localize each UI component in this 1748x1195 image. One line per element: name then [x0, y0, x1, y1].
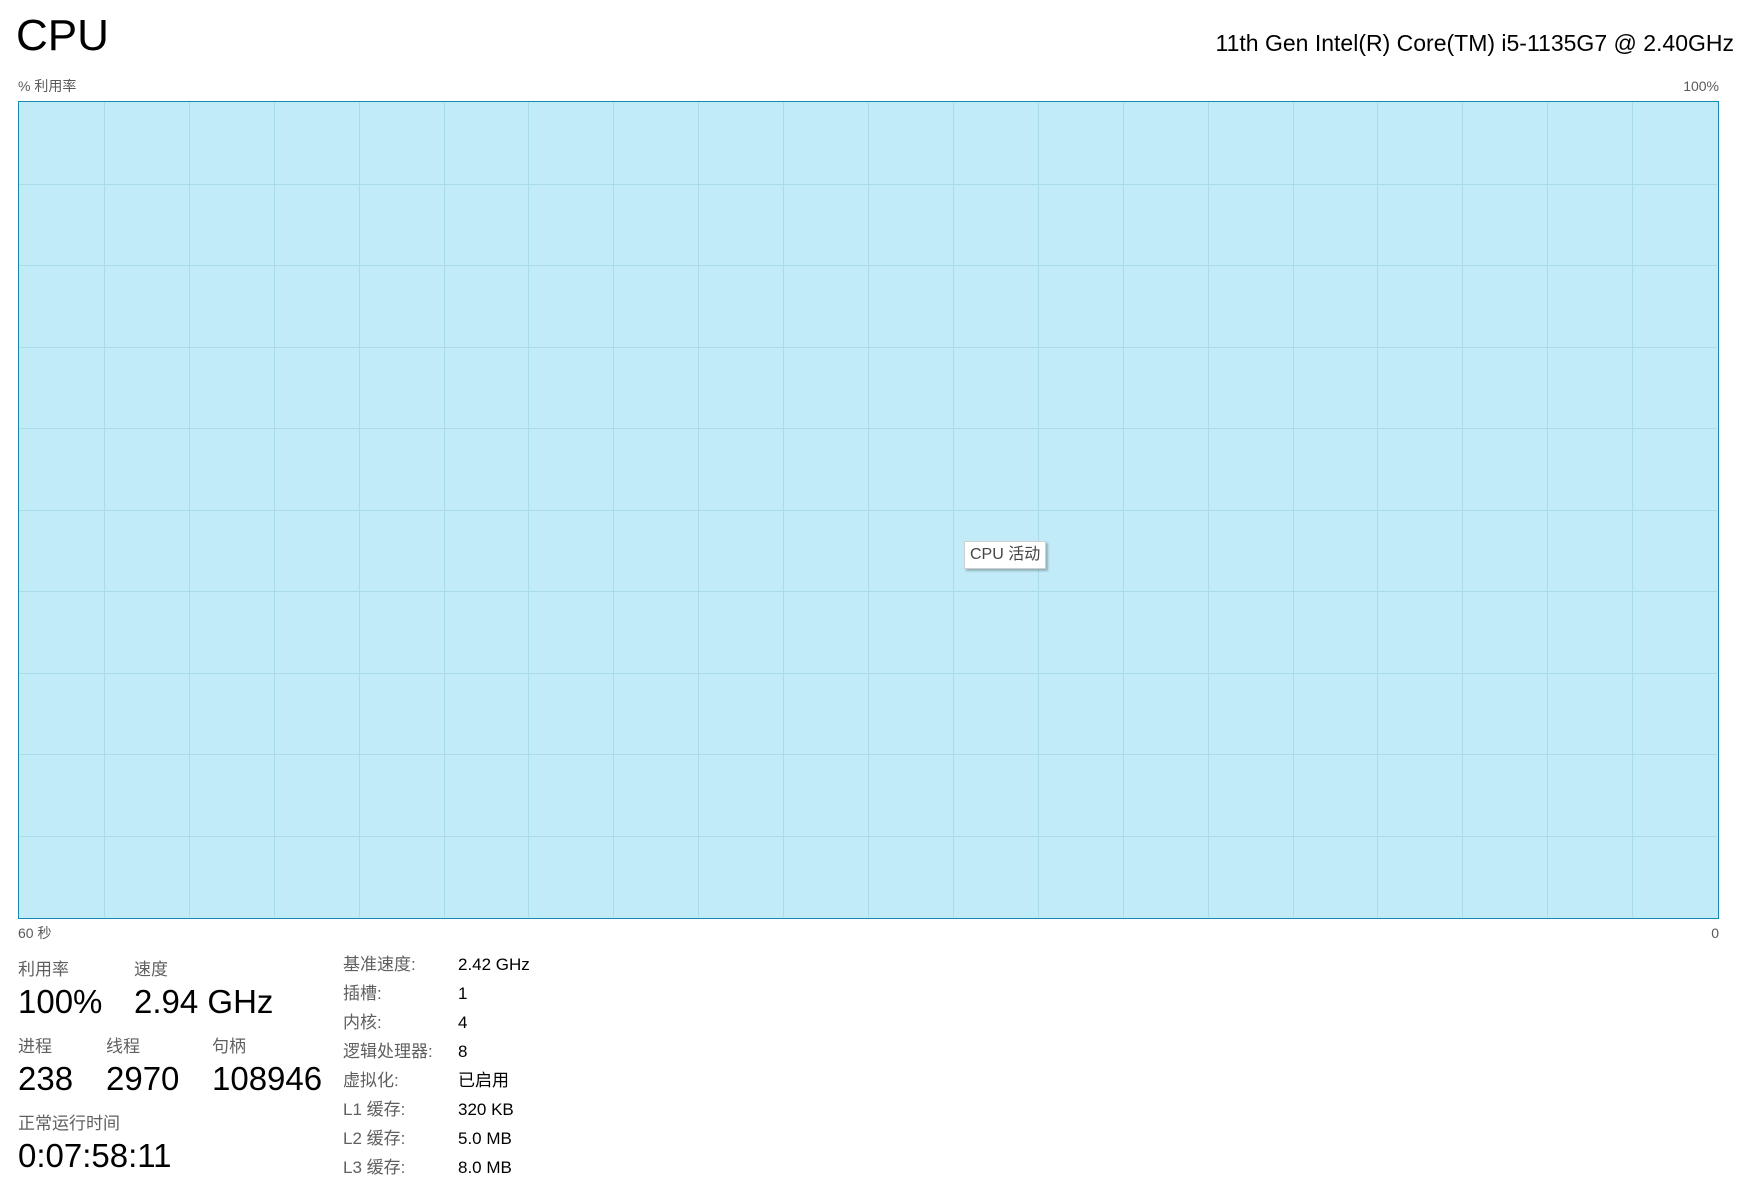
handles-label: 句柄	[212, 1037, 246, 1056]
cpu-utilization-graph[interactable]: CPU 活动	[18, 101, 1719, 919]
l2-cache-value: 5.0 MB	[458, 1129, 512, 1148]
x-axis-right-label: 0	[1711, 925, 1719, 941]
speed-value: 2.94 GHz	[134, 983, 274, 1020]
speed-label: 速度	[134, 960, 168, 979]
processes-label: 进程	[18, 1037, 52, 1056]
virtualization-label: 虚拟化:	[343, 1071, 399, 1090]
utilization-value: 100%	[18, 983, 103, 1020]
graph-tooltip: CPU 活动	[964, 541, 1047, 569]
threads-value: 2970	[106, 1060, 180, 1097]
l3-cache-label: L3 缓存:	[343, 1158, 406, 1177]
y-axis-max-label: 100%	[1683, 78, 1719, 94]
y-axis-label: % 利用率	[18, 78, 77, 94]
l1-cache-value: 320 KB	[458, 1100, 514, 1119]
sockets-label: 插槽:	[343, 984, 382, 1003]
virtualization-value: 已启用	[458, 1071, 509, 1090]
threads-label: 线程	[106, 1037, 140, 1056]
uptime-value: 0:07:58:11	[18, 1137, 172, 1174]
page-title: CPU	[16, 11, 109, 60]
sockets-value: 1	[458, 984, 468, 1003]
processes-value: 238	[18, 1060, 74, 1097]
l3-cache-value: 8.0 MB	[458, 1158, 512, 1177]
handles-value: 108946	[212, 1060, 323, 1097]
cores-value: 4	[458, 1013, 468, 1032]
logical-processors-label: 逻辑处理器:	[343, 1042, 433, 1061]
cpu-model-name: 11th Gen Intel(R) Core(TM) i5-1135G7 @ 2…	[1215, 30, 1734, 56]
base-speed-label: 基准速度:	[343, 955, 416, 974]
x-axis-left-label: 60 秒	[18, 925, 52, 941]
l2-cache-label: L2 缓存:	[343, 1129, 406, 1148]
l1-cache-label: L1 缓存:	[343, 1100, 406, 1119]
graph-grid	[19, 102, 1717, 917]
base-speed-value: 2.42 GHz	[458, 955, 530, 974]
utilization-label: 利用率	[18, 960, 69, 979]
logical-processors-value: 8	[458, 1042, 468, 1061]
uptime-label: 正常运行时间	[18, 1114, 120, 1133]
cores-label: 内核:	[343, 1013, 382, 1032]
